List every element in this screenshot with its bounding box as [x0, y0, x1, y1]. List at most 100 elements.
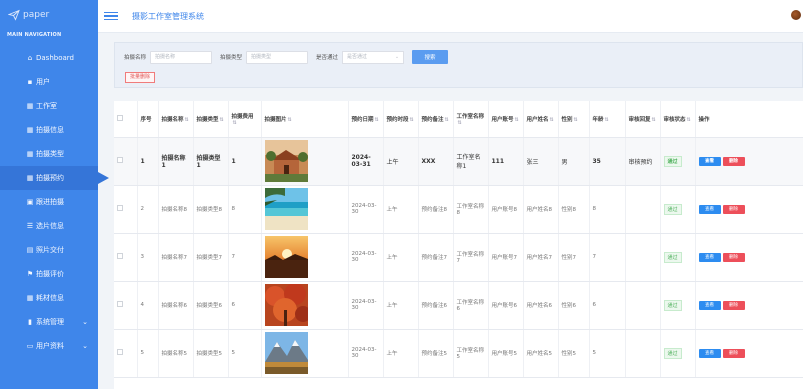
column-header[interactable]: 预约时段⇅ — [383, 101, 419, 138]
table-row[interactable]: 1 拍摄名称1 拍摄类型1 1 2024-03-31 上午 XXX 工作室名称1 111 张三男 3… — [114, 137, 803, 186]
cell-shoot-name: 拍摄名称6 — [158, 281, 194, 330]
column-header[interactable]: 性别⇅ — [558, 101, 590, 138]
sidebar-item-label: 用户资料 — [36, 342, 64, 350]
batch-delete-button[interactable]: 批量删除 — [125, 72, 156, 83]
cell-time-slot: 上午 — [383, 185, 419, 234]
column-header[interactable]: 年龄⇅ — [589, 101, 626, 138]
row-select-cell — [114, 329, 138, 378]
cell-photo — [261, 329, 349, 378]
column-header[interactable]: 拍摄类型⇅ — [193, 101, 229, 138]
name-label: 拍摄名称 — [124, 55, 147, 61]
cell-review-status: 通过 — [660, 281, 696, 330]
cell-account: 用户账号6 — [488, 281, 524, 330]
cell-username: 用户姓名6 — [523, 281, 559, 330]
table-row[interactable]: 4 拍摄名称6 拍摄类型6 6 2024-03-30 上午 预约备注6 工作室名称6 用户账号6… — [114, 281, 803, 330]
sidebar-item-studio[interactable]: ▦ 工作室 — [0, 94, 98, 118]
view-button[interactable]: 查看 — [698, 300, 721, 310]
column-header[interactable]: 拍摄图片⇅ — [261, 101, 349, 138]
grid-icon: ▦ — [26, 174, 34, 182]
status-badge: 通过 — [663, 251, 682, 263]
cell-shoot-type: 拍摄类型6 — [193, 281, 229, 330]
cell-shoot-type: 拍摄类型8 — [193, 185, 229, 234]
column-header[interactable]: 工作室名称⇅ — [453, 101, 489, 138]
column-header[interactable]: 审核回复⇅ — [625, 101, 661, 138]
sidebar-item-dashboard[interactable]: ⌂ Dashboard — [0, 46, 98, 70]
column-header[interactable]: 拍摄名称⇅ — [158, 101, 194, 138]
column-header[interactable]: 拍摄费用⇅ — [228, 101, 262, 138]
cell-account: 111 — [488, 137, 524, 186]
sidebar-item-label: Dashboard — [36, 54, 74, 62]
table-row[interactable]: 5 拍摄名称5 拍摄类型5 5 2024-03-30 上午 预约备注5 工作室名称5 用户账号5… — [114, 329, 803, 378]
row-checkbox[interactable] — [117, 253, 123, 259]
view-button[interactable]: 查看 — [698, 348, 721, 358]
select-all-checkbox[interactable] — [117, 114, 123, 121]
sidebar-item-follow-up[interactable]: ▣ 跟进拍摄 — [0, 190, 98, 214]
delete-button[interactable]: 删除 — [722, 348, 745, 358]
column-header[interactable]: 预约备注⇅ — [418, 101, 454, 138]
column-header[interactable]: 用户账号⇅ — [488, 101, 524, 138]
type-search-input[interactable]: 拍摄类型 — [246, 50, 309, 64]
sidebar-item-shoot-info[interactable]: ▦ 拍摄信息 — [0, 118, 98, 142]
grid-icon: ▦ — [26, 294, 34, 302]
chevron-down-icon: ⌄ — [82, 342, 88, 350]
sidebar-item-supplies[interactable]: ▦ 耗材信息 — [0, 286, 98, 310]
type-label: 拍摄类型 — [220, 55, 243, 61]
search-button[interactable]: 搜索 — [412, 50, 449, 64]
select-all-cell — [114, 101, 138, 138]
cell-shoot-fee: 1 — [228, 137, 262, 186]
view-button[interactable]: 查看 — [698, 156, 721, 166]
cell-index: 3 — [137, 233, 159, 282]
cell-gender: 性别8 — [558, 185, 590, 234]
cell-shoot-name: 拍摄名称5 — [158, 329, 194, 378]
avatar[interactable] — [791, 10, 801, 20]
delete-button[interactable]: 删除 — [722, 204, 745, 214]
sidebar-item-system[interactable]: ▮ 系统管理 ⌄ — [0, 310, 98, 334]
name-search-input[interactable]: 拍摄名称 — [150, 50, 213, 64]
delete-button[interactable]: 删除 — [722, 300, 745, 310]
sidebar-item-profile[interactable]: ▭ 用户资料 ⌄ — [0, 334, 98, 358]
cell-index: 1 — [137, 137, 159, 186]
column-header[interactable]: 用户姓名⇅ — [523, 101, 559, 138]
status-badge: 通过 — [663, 203, 682, 215]
sort-icon: ⇅ — [374, 116, 379, 123]
row-checkbox[interactable] — [117, 157, 123, 163]
sidebar-item-booking[interactable]: ▦ 拍摄预约 — [0, 166, 109, 190]
column-header[interactable]: 预约日期⇅ — [348, 101, 384, 138]
view-button[interactable]: 查看 — [698, 252, 721, 262]
sidebar-item-review[interactable]: ⚑ 拍摄评价 — [0, 262, 98, 286]
row-checkbox[interactable] — [117, 301, 123, 307]
delete-button[interactable]: 删除 — [722, 156, 745, 166]
booking-table: 序号 拍摄名称⇅ 拍摄类型⇅ 拍摄费用⇅ 拍摄图片⇅ 预约日期⇅ 预约时段⇅ 预… — [114, 101, 803, 389]
sidebar-item-selection[interactable]: ☰ 选片信息 — [0, 214, 98, 238]
menu-toggle-icon[interactable] — [104, 11, 118, 21]
cell-remark: XXX — [418, 137, 454, 186]
cell-actions: 查看 删除 — [695, 281, 803, 330]
photo-thumbnail[interactable] — [264, 332, 308, 374]
cell-username: 用户姓名7 — [523, 233, 559, 282]
cell-account: 用户账号8 — [488, 185, 524, 234]
cell-actions: 查看 删除 — [695, 233, 803, 282]
cell-photo — [261, 185, 349, 234]
row-checkbox[interactable] — [117, 205, 123, 211]
cell-gender: 性别6 — [558, 281, 590, 330]
logo[interactable]: paper — [0, 0, 98, 30]
sidebar-item-user[interactable]: ▪ 用户 — [0, 70, 98, 94]
photo-thumbnail[interactable] — [264, 140, 308, 182]
sidebar-item-shoot-type[interactable]: ▦ 拍摄类型 — [0, 142, 98, 166]
cell-studio-name: 工作室名称7 — [453, 233, 489, 282]
table-row[interactable]: 3 拍摄名称7 拍摄类型7 7 2024-03-30 上午 预约备注7 工作室名称7 用户账号7… — [114, 233, 803, 282]
column-header: 序号 — [137, 101, 159, 138]
cell-studio-name: 工作室名称6 — [453, 281, 489, 330]
table-row[interactable]: 2 拍摄名称8 拍摄类型8 8 2024-03-30 上午 预约备注8 工作室名称8 用户账号8… — [114, 185, 803, 234]
row-checkbox[interactable] — [117, 349, 123, 355]
approved-select[interactable]: 是否通过 ⌄ — [342, 50, 405, 64]
delete-button[interactable]: 删除 — [722, 252, 745, 262]
photo-thumbnail[interactable] — [264, 236, 308, 278]
sidebar-item-delivery[interactable]: ▤ 照片交付 — [0, 238, 98, 262]
view-button[interactable]: 查看 — [698, 204, 721, 214]
photo-thumbnail[interactable] — [264, 284, 308, 326]
sort-icon: ⇅ — [444, 116, 449, 123]
photo-thumbnail[interactable] — [264, 188, 308, 230]
page-title: 摄影工作室管理系统 — [132, 11, 204, 21]
column-header[interactable]: 审核状态⇅ — [660, 101, 696, 138]
